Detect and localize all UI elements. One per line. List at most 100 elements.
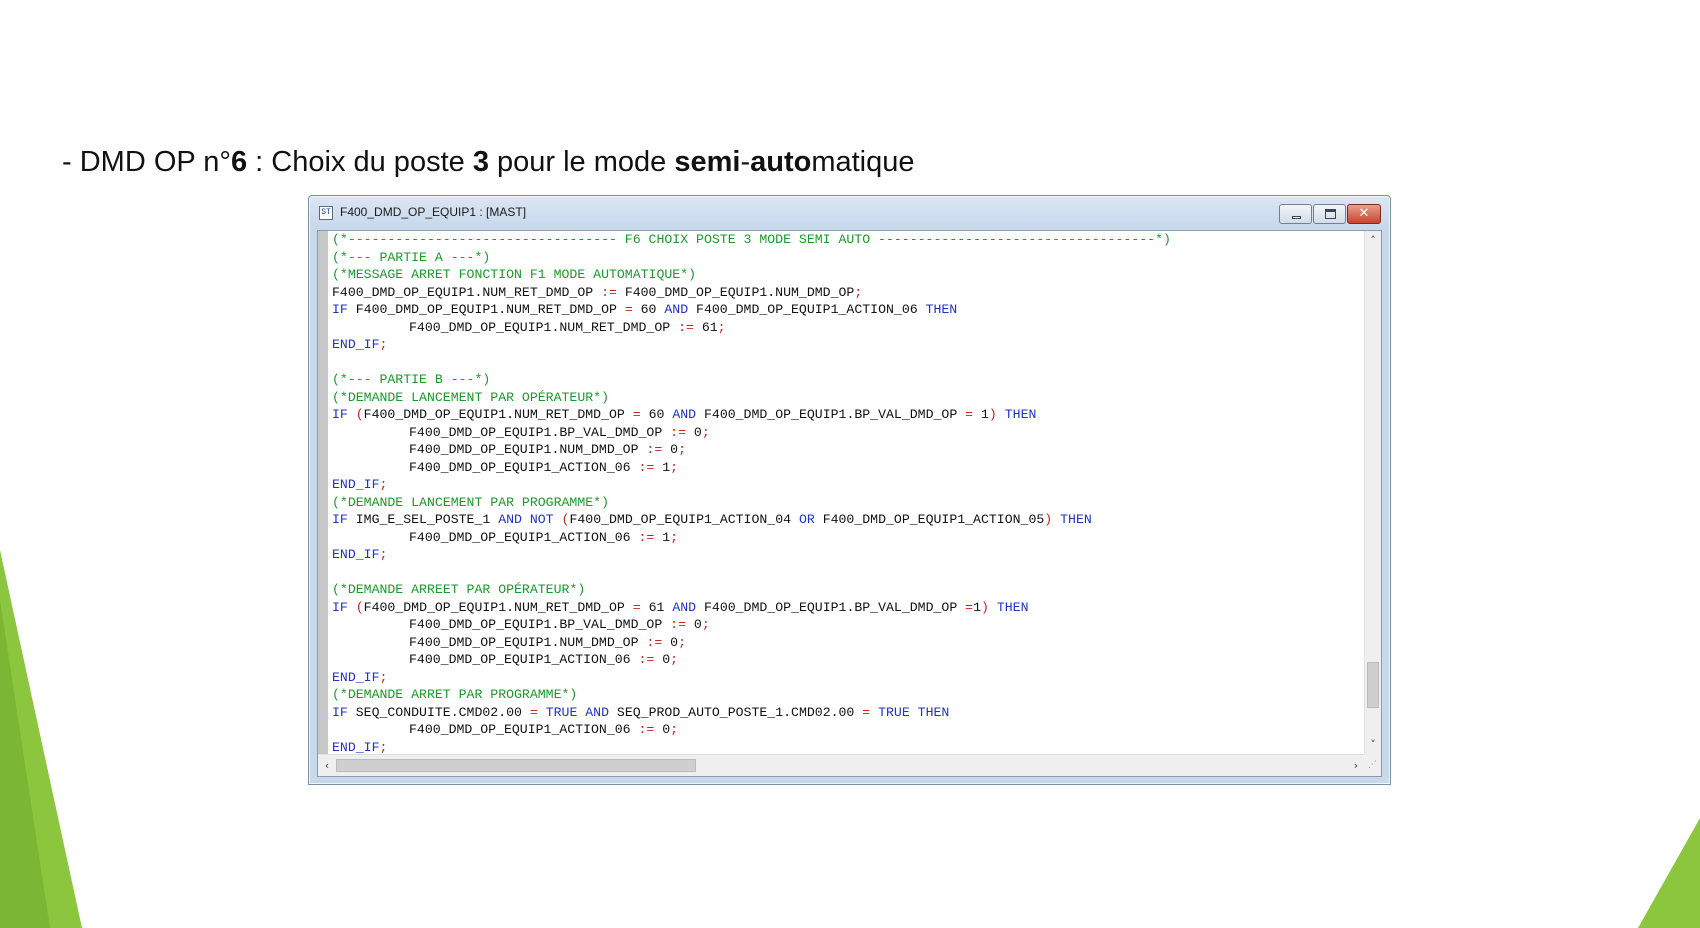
code-line: (*DEMANDE ARRET PAR PROGRAMME*): [332, 686, 1364, 704]
horizontal-scroll-thumb[interactable]: [336, 759, 696, 772]
editor-gutter[interactable]: [318, 231, 328, 755]
heading-dash: -: [740, 146, 751, 178]
code-operator: :=: [638, 529, 655, 545]
minimize-button[interactable]: [1279, 204, 1312, 224]
code-comment: (*DEMANDE LANCEMENT PAR OPÉRATEUR*): [332, 389, 609, 405]
code-line: F400_DMD_OP_EQUIP1_ACTION_06 := 1;: [332, 459, 1364, 477]
code-token: F400_DMD_OP_EQUIP1.NUM_RET_DMD_OP: [363, 407, 633, 422]
resize-grip-icon[interactable]: ⋰: [1364, 754, 1381, 776]
code-operator: =: [862, 704, 871, 720]
horizontal-scrollbar[interactable]: ‹ ›: [318, 754, 1366, 776]
code-line: (*---------------------------------- F6 …: [332, 231, 1364, 249]
code-line: IF (F400_DMD_OP_EQUIP1.NUM_RET_DMD_OP = …: [332, 599, 1364, 617]
code-token: F400_DMD_OP_EQUIP1_ACTION_04: [569, 512, 799, 527]
code-operator: ;: [701, 424, 710, 440]
code-line: END_IF;: [332, 546, 1364, 564]
code-token: SEQ_CONDUITE.CMD02.00: [347, 704, 530, 720]
code-line: F400_DMD_OP_EQUIP1.BP_VAL_DMD_OP := 0;: [332, 616, 1364, 634]
code-keyword: IF: [332, 512, 348, 527]
code-token: 1: [973, 599, 981, 615]
code-comment: (*--- PARTIE B ---*): [332, 372, 491, 387]
code-operator: :=: [678, 319, 694, 335]
code-operator: ;: [670, 459, 679, 475]
code-comment: (*DEMANDE LANCEMENT PAR PROGRAMME*): [332, 494, 609, 510]
window-titlebar[interactable]: ST F400_DMD_OP_EQUIP1 : [MAST] ✕: [309, 196, 1390, 230]
code-operator: ): [988, 407, 997, 422]
code-line: END_IF;: [332, 476, 1364, 494]
code-token: F400_DMD_OP_EQUIP1.NUM_RET_DMD_OP: [332, 284, 602, 300]
code-token: F400_DMD_OP_EQUIP1_ACTION_05: [814, 512, 1045, 527]
code-token: F400_DMD_OP_EQUIP1.NUM_DMD_OP: [616, 284, 855, 300]
code-token: 60: [640, 407, 673, 422]
code-keyword: TRUE AND: [545, 704, 610, 720]
code-operator: :=: [638, 722, 655, 737]
code-operator: ): [1044, 512, 1053, 527]
code-keyword: END_IF: [332, 477, 380, 492]
code-operator: ;: [379, 337, 388, 352]
code-operator: ;: [670, 722, 679, 737]
code-token: 0: [685, 424, 702, 440]
close-button[interactable]: ✕: [1347, 204, 1381, 224]
code-operator: ;: [379, 477, 388, 492]
code-operator: :=: [601, 284, 617, 300]
scroll-up-icon[interactable]: ˄: [1365, 233, 1381, 249]
code-operator: ;: [678, 634, 686, 650]
code-token: 0: [662, 442, 679, 457]
code-operator: =: [632, 407, 641, 422]
st-app-icon[interactable]: ST: [319, 206, 333, 220]
code-keyword: IF: [332, 704, 348, 720]
code-line: F400_DMD_OP_EQUIP1_ACTION_06 := 0;: [332, 721, 1364, 739]
code-text-area[interactable]: (*---------------------------------- F6 …: [332, 231, 1364, 755]
code-token: 1: [654, 459, 671, 475]
code-token: 0: [654, 722, 671, 737]
vertical-scrollbar[interactable]: ˄ ˅: [1364, 231, 1381, 755]
code-line: END_IF;: [332, 739, 1364, 756]
right-green-triangle: [1638, 818, 1700, 928]
code-operator: :=: [638, 652, 655, 667]
code-keyword: END_IF: [332, 739, 380, 755]
code-line: F400_DMD_OP_EQUIP1.NUM_RET_DMD_OP := 61;: [332, 319, 1364, 337]
window-title: F400_DMD_OP_EQUIP1 : [MAST]: [340, 205, 527, 219]
code-keyword: THEN: [925, 302, 958, 317]
code-keyword: AND: [672, 599, 697, 615]
code-line: (*DEMANDE LANCEMENT PAR PROGRAMME*): [332, 494, 1364, 512]
maximize-button[interactable]: [1313, 204, 1346, 224]
code-operator: (: [355, 599, 364, 615]
code-token: F400_DMD_OP_EQUIP1.NUM_RET_DMD_OP: [409, 319, 679, 335]
scroll-right-icon[interactable]: ›: [1348, 758, 1364, 774]
code-line: (*MESSAGE ARRET FONCTION F1 MODE AUTOMAT…: [332, 266, 1364, 284]
code-line: IF IMG_E_SEL_POSTE_1 AND NOT (F400_DMD_O…: [332, 511, 1364, 529]
code-operator: ;: [670, 529, 679, 545]
code-line: END_IF;: [332, 669, 1364, 687]
code-line: (*--- PARTIE A ---*): [332, 249, 1364, 267]
code-operator: ;: [854, 284, 863, 300]
code-token: F400_DMD_OP_EQUIP1_ACTION_06: [409, 459, 639, 475]
code-operator: :=: [646, 634, 663, 650]
code-line: END_IF;: [332, 336, 1364, 354]
code-operator: ;: [717, 319, 726, 335]
heading-text-2: pour le mode: [488, 146, 675, 178]
left-green-triangle: [0, 550, 82, 928]
slide-heading: - DMD OP n°6 : Choix du poste 3 pour le …: [62, 144, 915, 180]
code-token: F400_DMD_OP_EQUIP1.NUM_RET_DMD_OP: [347, 302, 625, 317]
window-controls: ✕: [1279, 204, 1381, 224]
heading-bold-auto: auto: [750, 146, 812, 178]
code-operator: =: [529, 704, 538, 720]
vertical-scroll-thumb[interactable]: [1367, 662, 1379, 708]
scroll-down-icon[interactable]: ˅: [1365, 737, 1381, 753]
code-operator: :=: [670, 617, 686, 632]
code-keyword: END_IF: [332, 337, 380, 352]
code-keyword: IF: [332, 302, 348, 317]
code-token: F400_DMD_OP_EQUIP1.BP_VAL_DMD_OP: [409, 424, 671, 440]
code-token: F400_DMD_OP_EQUIP1.NUM_DMD_OP: [409, 634, 647, 650]
maximize-icon: [1325, 209, 1336, 219]
code-keyword: AND NOT: [498, 512, 554, 527]
code-keyword: IF: [332, 407, 348, 422]
scroll-left-icon[interactable]: ‹: [319, 758, 335, 774]
